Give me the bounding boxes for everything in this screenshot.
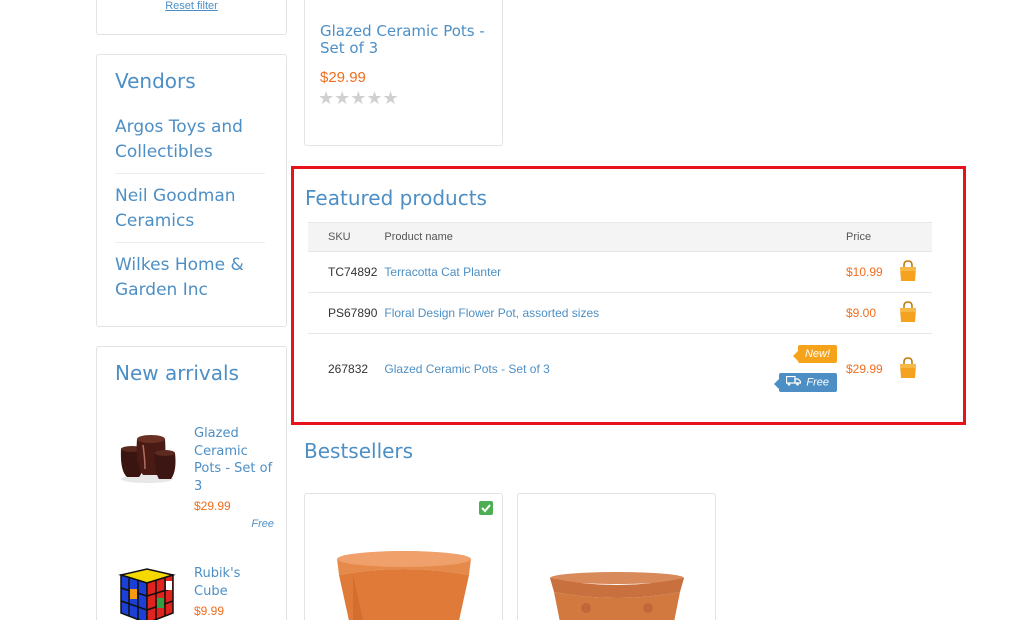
sku-cell: 267832 [308,333,378,404]
vendors-box: Vendors Argos Toys and Collectibles Neil… [96,54,287,327]
bestseller-card[interactable] [304,493,503,620]
product-price: $29.99 [320,69,366,86]
table-row: TC74892 Terracotta Cat Planter $10.99 [308,251,932,293]
featured-products-table: SKU Product name Price TC74892 Terracott… [308,222,932,404]
vendor-link[interactable]: Argos Toys and Collectibles [115,115,265,174]
reset-filter-link[interactable]: Reset filter [97,0,286,12]
new-arrival-name[interactable]: Rubik's Cube [194,565,274,600]
truck-icon [786,375,802,389]
rubiks-cube-thumbnail[interactable] [115,565,179,620]
featured-products-section: Featured products SKU Product name Price… [291,166,966,425]
column-header-sku: SKU [308,222,378,252]
terracotta-pot-image[interactable] [333,549,475,620]
add-to-cart-bag-icon[interactable] [899,356,917,382]
free-shipping-badge: Free [774,373,837,392]
new-arrival-name[interactable]: Glazed Ceramic Pots - Set of 3 [194,425,274,495]
vendor-link[interactable]: Neil Goodman Ceramics [115,184,265,243]
badges-cell [752,292,839,334]
badges-cell [752,251,839,293]
product-name-link[interactable]: Glazed Ceramic Pots - Set of 3 [320,23,495,57]
bestsellers-title: Bestsellers [304,439,414,463]
new-arrival-price: $29.99 [194,499,231,513]
column-header-product-name: Product name [377,222,752,252]
filter-box: Reset filter [96,0,287,35]
sku-cell: TC74892 [308,251,378,293]
add-to-cart-bag-icon[interactable] [899,259,917,285]
new-arrival-price: $9.99 [194,604,225,618]
product-name-link[interactable]: Terracotta Cat Planter [384,265,501,279]
product-name-link[interactable]: Floral Design Flower Pot, assorted sizes [384,306,599,320]
featured-products-title: Featured products [305,186,487,210]
table-row: 267832 Glazed Ceramic Pots - Set of 3 Ne… [308,333,932,404]
column-header-price: Price [839,222,892,252]
sku-cell: PS67890 [308,292,378,334]
column-header-badges [752,222,839,252]
product-card: Glazed Ceramic Pots - Set of 3 $29.99 ★★… [304,0,503,146]
vendor-list: Argos Toys and Collectibles Neil Goodman… [115,115,265,321]
checkmark-icon [479,501,493,515]
rating-stars: ★★★★★ [318,88,399,108]
product-name-link[interactable]: Glazed Ceramic Pots - Set of 3 [384,362,549,376]
new-badge: New! [792,345,837,363]
column-header-buy [892,222,932,252]
vendor-link[interactable]: Wilkes Home & Garden Inc [115,253,265,311]
new-arrivals-title: New arrivals [115,361,239,385]
terracotta-planter-image[interactable] [546,572,688,620]
bestseller-card[interactable] [517,493,716,620]
price-cell: $10.99 [839,251,892,293]
price-cell: $9.00 [839,292,892,334]
table-header-row: SKU Product name Price [308,222,932,252]
table-row: PS67890 Floral Design Flower Pot, assort… [308,292,932,334]
vendors-title: Vendors [115,69,196,93]
price-cell: $29.99 [839,333,892,404]
badges-cell: New! Free [752,333,839,404]
free-shipping-label: Free [806,376,829,389]
free-shipping-label: Free [251,518,274,530]
new-arrivals-box: New arrivals Glazed Ceramic Pots - Set o… [96,346,287,620]
ceramic-pots-thumbnail[interactable] [115,425,179,485]
add-to-cart-bag-icon[interactable] [899,300,917,326]
